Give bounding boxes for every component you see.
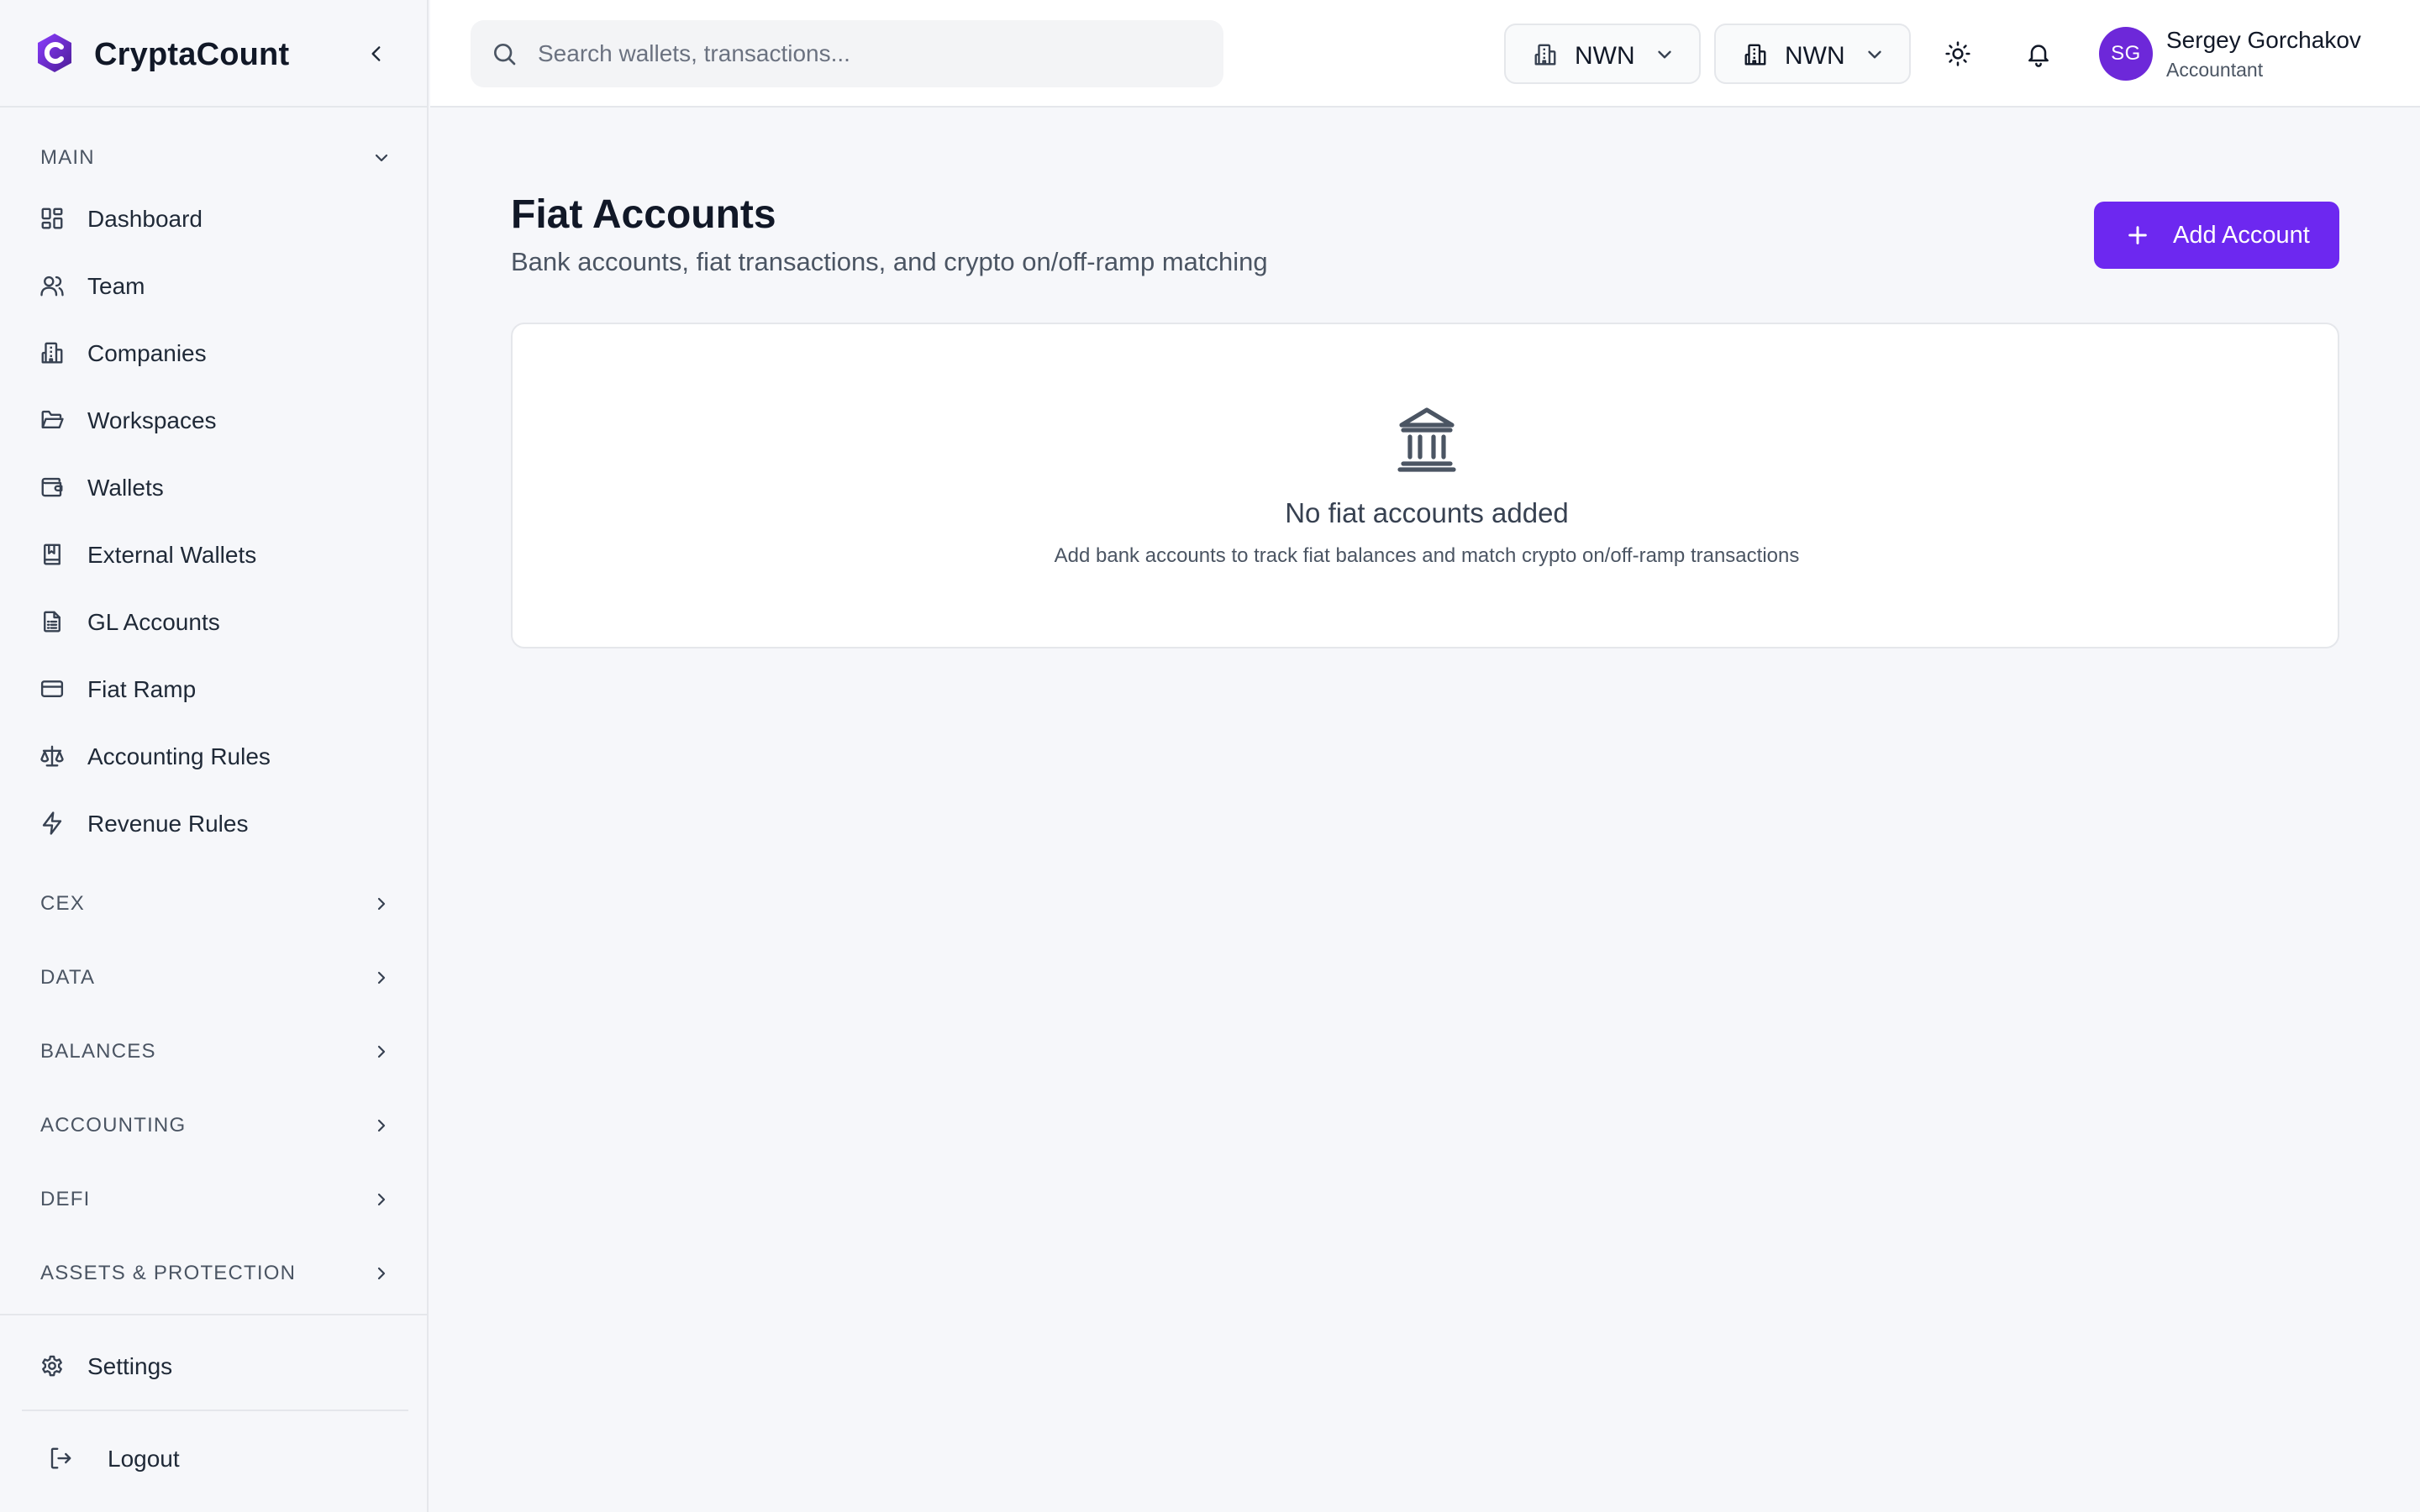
sidebar-item-label: Fiat Ramp: [87, 676, 197, 702]
chevron-right-icon: [370, 1188, 393, 1211]
logout-icon: [47, 1445, 74, 1472]
user-role: Accountant: [2166, 59, 2264, 81]
sidebar-divider: [0, 1314, 429, 1315]
gear-icon: [39, 1352, 66, 1379]
section-assets-protection[interactable]: ASSETS & PROTECTION: [40, 1257, 393, 1290]
sidebar-item-label: Workspaces: [87, 407, 217, 433]
credit-card-icon: [39, 675, 66, 702]
selector-value: NWN: [1785, 42, 1845, 70]
chevron-right-icon: [370, 1040, 393, 1063]
sidebar-item-accounting-rules[interactable]: Accounting Rules: [25, 729, 403, 783]
chevron-down-icon: [1864, 44, 1887, 67]
dashboard-icon: [39, 205, 66, 232]
section-main[interactable]: MAIN: [40, 141, 393, 175]
book-icon: [39, 541, 66, 568]
building-icon: [1533, 42, 1560, 69]
sidebar-item-label: Revenue Rules: [87, 811, 249, 837]
section-label: ASSETS & PROTECTION: [40, 1262, 297, 1284]
sidebar: CryptaCount MAIN Dashboard Team Companie…: [0, 0, 429, 1512]
selector-value: NWN: [1575, 42, 1635, 70]
search-icon: [491, 40, 518, 67]
brand-logo-icon[interactable]: [34, 32, 76, 74]
chevron-right-icon: [370, 1114, 393, 1137]
logout-label: Logout: [108, 1446, 180, 1472]
section-label: DATA: [40, 966, 96, 989]
sidebar-item-revenue-rules[interactable]: Revenue Rules: [25, 796, 403, 850]
empty-state-card: No fiat accounts added Add bank accounts…: [511, 323, 2339, 648]
section-label: BALANCES: [40, 1040, 156, 1063]
sidebar-item-label: GL Accounts: [87, 609, 220, 635]
topbar: NWN NWN: [430, 0, 2420, 108]
sun-icon: [1944, 40, 1971, 67]
add-account-button[interactable]: Add Account: [2094, 202, 2339, 269]
theme-toggle-button[interactable]: [1938, 34, 1978, 74]
chevron-right-icon: [370, 966, 393, 990]
empty-state-description: Add bank accounts to track fiat balances…: [1054, 544, 1800, 567]
section-label: ACCOUNTING: [40, 1114, 187, 1137]
empty-state-title: No fiat accounts added: [1285, 497, 1569, 528]
company-selector[interactable]: NWN: [1504, 24, 1701, 84]
folder-icon: [39, 407, 66, 433]
users-icon: [39, 272, 66, 299]
chevron-left-icon: [371, 46, 381, 61]
building-icon: [1743, 42, 1770, 69]
sidebar-item-dashboard[interactable]: Dashboard: [25, 192, 403, 245]
bank-icon: [1397, 405, 1457, 472]
logout-button[interactable]: Logout: [25, 1431, 403, 1485]
section-balances[interactable]: BALANCES: [40, 1035, 393, 1068]
sidebar-item-external-wallets[interactable]: External Wallets: [25, 528, 403, 581]
wallet-icon: [39, 474, 66, 501]
section-cex[interactable]: CEX: [40, 887, 393, 921]
sidebar-item-label: Accounting Rules: [87, 743, 271, 769]
section-defi[interactable]: DEFI: [40, 1183, 393, 1216]
chevron-right-icon: [370, 1262, 393, 1285]
chevron-down-icon: [370, 146, 393, 170]
sidebar-item-fiat-ramp[interactable]: Fiat Ramp: [25, 662, 403, 716]
sidebar-item-team[interactable]: Team: [25, 259, 403, 312]
plus-icon: [2124, 222, 2151, 249]
user-name[interactable]: Sergey Gorchakov: [2166, 27, 2361, 54]
section-label: CEX: [40, 892, 85, 915]
building-icon: [39, 339, 66, 366]
collapse-sidebar-button[interactable]: [360, 37, 393, 71]
avatar[interactable]: SG: [2099, 27, 2153, 81]
search-input[interactable]: [538, 34, 1193, 74]
brand-name: CryptaCount: [94, 37, 290, 72]
section-accounting[interactable]: ACCOUNTING: [40, 1109, 393, 1142]
scale-icon: [39, 743, 66, 769]
bell-icon: [2025, 40, 2052, 67]
sidebar-item-label: Dashboard: [87, 206, 203, 232]
sidebar-item-label: Companies: [87, 340, 207, 366]
sidebar-item-gl-accounts[interactable]: GL Accounts: [25, 595, 403, 648]
section-main-label: MAIN: [40, 146, 95, 169]
sidebar-item-workspaces[interactable]: Workspaces: [25, 393, 403, 447]
notifications-button[interactable]: [2018, 34, 2059, 74]
ledger-icon: [39, 608, 66, 635]
search-bar[interactable]: [471, 20, 1223, 87]
workspace-selector[interactable]: NWN: [1714, 24, 1911, 84]
page-subtitle: Bank accounts, fiat transactions, and cr…: [511, 247, 1268, 276]
lightning-icon: [39, 810, 66, 837]
app-root: CryptaCount MAIN Dashboard Team Companie…: [0, 0, 2420, 1512]
section-data[interactable]: DATA: [40, 961, 393, 995]
sidebar-divider: [22, 1410, 408, 1411]
sidebar-item-wallets[interactable]: Wallets: [25, 460, 403, 514]
chevron-right-icon: [370, 892, 393, 916]
chevron-down-icon: [1654, 44, 1677, 67]
sidebar-item-settings[interactable]: Settings: [25, 1339, 403, 1393]
settings-label: Settings: [87, 1353, 173, 1379]
sidebar-item-companies[interactable]: Companies: [25, 326, 403, 380]
add-account-label: Add Account: [2173, 222, 2310, 249]
page-title: Fiat Accounts: [511, 192, 776, 237]
section-label: DEFI: [40, 1188, 91, 1210]
brand-header: CryptaCount: [0, 0, 429, 108]
sidebar-item-label: External Wallets: [87, 542, 257, 568]
sidebar-item-label: Wallets: [87, 475, 164, 501]
sidebar-item-label: Team: [87, 273, 145, 299]
